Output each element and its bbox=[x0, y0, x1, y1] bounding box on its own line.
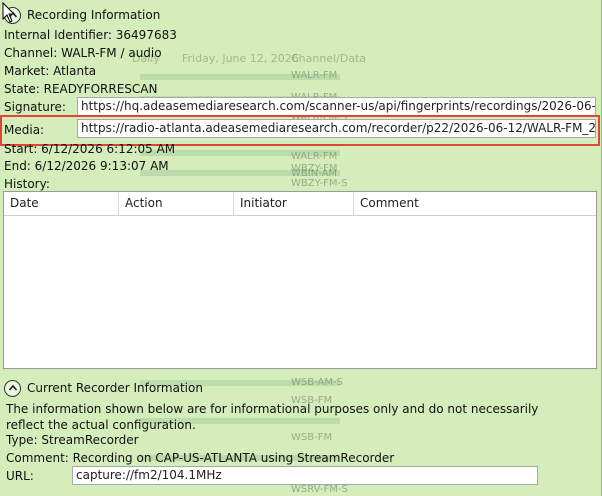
market-text: Market: Atlanta bbox=[4, 64, 97, 78]
history-label: History: bbox=[4, 177, 50, 191]
internal-identifier: Internal Identifier: 36497683 bbox=[4, 28, 177, 42]
bg-cell: WALR-FM bbox=[291, 151, 338, 162]
column-header-action[interactable]: Action bbox=[119, 192, 234, 215]
recording-details-panel: Friday, June 12, 2026 Channel/Data Daily… bbox=[0, 0, 602, 496]
url-label: URL: bbox=[6, 469, 34, 483]
media-label: Media: bbox=[4, 123, 45, 137]
chevron-up-icon bbox=[8, 384, 17, 391]
signature-field[interactable]: https://hq.adeasemediaresearch.com/scann… bbox=[77, 97, 596, 116]
media-field[interactable]: https://radio-atlanta.adeasemediaresearc… bbox=[77, 119, 596, 138]
recorder-info-title: Current Recorder Information bbox=[27, 381, 203, 395]
recording-info-header: Recording Information bbox=[4, 5, 160, 25]
collapse-recorder-button[interactable] bbox=[4, 379, 21, 397]
bg-cell: WBZY-FM bbox=[291, 163, 338, 174]
bg-cell: WSB-AM-S bbox=[291, 377, 343, 388]
bg-date-header: Friday, June 12, 2026 bbox=[182, 52, 299, 65]
start-text: Start: 6/12/2026 6:12:05 AM bbox=[4, 142, 176, 156]
url-field[interactable]: capture://fm2/104.1MHz bbox=[72, 466, 538, 485]
recorder-comment: Comment: Recording on CAP-US-ATLANTA usi… bbox=[6, 451, 395, 465]
history-grid[interactable]: Date Action Initiator Comment bbox=[3, 191, 597, 369]
recorder-info-header: Current Recorder Information bbox=[4, 378, 203, 398]
column-header-comment[interactable]: Comment bbox=[354, 192, 596, 215]
bg-channel-header: Channel/Data bbox=[291, 52, 367, 65]
recorder-type: Type: StreamRecorder bbox=[6, 433, 139, 447]
state-text: State: READYFORRESCAN bbox=[4, 82, 158, 96]
history-grid-header: Date Action Initiator Comment bbox=[4, 192, 596, 216]
channel-text: Channel: WALR-FM / audio bbox=[4, 46, 162, 60]
bg-cell: WSB-FM bbox=[291, 432, 333, 443]
bg-cell: WBZY-FM-S bbox=[291, 178, 348, 189]
end-text: End: 6/12/2026 9:13:07 AM bbox=[4, 159, 169, 173]
signature-label: Signature: bbox=[4, 100, 66, 114]
bg-cell: WALR-FM bbox=[291, 70, 338, 81]
recording-info-title: Recording Information bbox=[27, 8, 161, 22]
mouse-cursor-icon bbox=[2, 2, 16, 23]
column-header-date[interactable]: Date bbox=[4, 192, 119, 215]
column-header-initiator[interactable]: Initiator bbox=[234, 192, 354, 215]
bg-cell: WSRV-FM-S bbox=[291, 484, 348, 495]
recorder-info-text: The information shown below are for info… bbox=[6, 402, 539, 432]
